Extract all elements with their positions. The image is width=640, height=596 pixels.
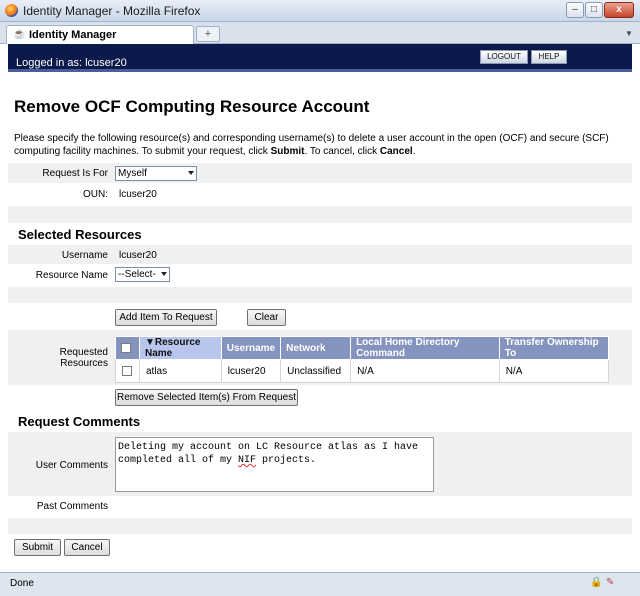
main-content: Remove OCF Computing Resource Account Pl… — [8, 75, 632, 572]
intro-text: Please specify the following resource(s)… — [14, 132, 620, 158]
minimize-button[interactable]: – — [566, 2, 584, 18]
page-title: Remove OCF Computing Resource Account — [14, 97, 370, 116]
request-for-value: Myself — [118, 168, 147, 179]
row-select-cell[interactable] — [115, 359, 140, 383]
intro-cancel: Cancel — [379, 146, 413, 157]
status-text: Done — [10, 578, 34, 589]
resource-name-value: --Select- — [118, 269, 156, 280]
new-tab-button[interactable]: + — [196, 26, 220, 42]
selected-resources-heading: Selected Resources — [18, 227, 142, 242]
firefox-icon — [5, 4, 18, 17]
submit-button[interactable]: Submit — [14, 539, 61, 556]
oun-value: lcuser20 — [119, 189, 157, 200]
java-icon: ☕ — [13, 29, 26, 40]
col-network[interactable]: Network — [280, 336, 352, 360]
table-row: atlas lcuser20 Unclassified N/A N/A — [115, 359, 610, 383]
past-comments-label: Past Comments — [36, 501, 108, 512]
intro-mid: . To cancel, click — [304, 146, 380, 157]
username-label: Username — [61, 250, 108, 261]
spacer-band — [8, 287, 632, 303]
chevron-down-icon — [188, 171, 194, 175]
logout-button[interactable]: LOGOUT — [480, 50, 528, 64]
cell-network: Unclassified — [280, 359, 352, 383]
requested-resources-table: ▼Resource Name Username Network Local Ho… — [115, 336, 610, 383]
window-titlebar: Identity Manager - Mozilla Firefox – □ x — [0, 0, 640, 22]
spacer-band — [8, 518, 632, 534]
select-all-header[interactable] — [115, 336, 140, 360]
spacer-band — [8, 206, 632, 223]
window-title: Identity Manager - Mozilla Firefox — [23, 4, 201, 18]
tab-label: Identity Manager — [29, 29, 117, 41]
add-item-button[interactable]: Add Item To Request — [115, 309, 217, 326]
remove-selected-button[interactable]: Remove Selected Item(s) From Request — [115, 389, 298, 406]
clear-button[interactable]: Clear — [247, 309, 286, 326]
table-header-row: ▼Resource Name Username Network Local Ho… — [115, 336, 610, 360]
tab-strip: ☕ Identity Manager + ▼ — [0, 22, 640, 44]
close-button[interactable]: x — [604, 2, 634, 18]
col-home-dir-command[interactable]: Local Home Directory Command — [350, 336, 500, 360]
intro-submit: Submit — [270, 146, 305, 157]
row-checkbox[interactable] — [122, 365, 132, 376]
col-transfer-ownership[interactable]: Transfer Ownership To — [498, 336, 610, 360]
user-comment-misspelled-word: NIF — [238, 455, 257, 466]
user-comments-textarea[interactable]: Deleting my account on LC Resource atlas… — [115, 437, 434, 492]
cell-transfer-ownership: N/A — [498, 359, 610, 383]
help-button[interactable]: HELP — [531, 50, 567, 64]
app-header: Logged in as: lcuser20 LOGOUT HELP — [8, 44, 632, 72]
resource-name-select[interactable]: --Select- — [115, 267, 170, 282]
logged-in-text: Logged in as: lcuser20 — [16, 57, 127, 69]
tab-identity-manager[interactable]: ☕ Identity Manager — [6, 25, 194, 44]
username-value: lcuser20 — [119, 250, 157, 261]
cell-username: lcuser20 — [220, 359, 282, 383]
status-bar: Done 🔒 ✎ — [0, 572, 640, 596]
maximize-button[interactable]: □ — [585, 2, 603, 18]
chevron-down-icon — [161, 272, 167, 276]
lock-icon: 🔒 — [590, 577, 603, 588]
intro-end: . — [412, 146, 416, 157]
addon-icon[interactable]: ✎ — [606, 577, 614, 588]
request-for-label: Request Is For — [42, 168, 108, 179]
user-comment-text-post: projects. — [256, 455, 317, 466]
tab-list-chevron-icon[interactable]: ▼ — [622, 26, 636, 42]
requested-resources-label: Requested Resources — [59, 347, 108, 369]
cell-home-dir-command: N/A — [350, 359, 500, 383]
select-all-checkbox[interactable] — [121, 342, 131, 353]
sort-desc-icon: ▼ — [144, 337, 155, 348]
user-comments-label: User Comments — [35, 460, 108, 471]
cancel-button[interactable]: Cancel — [64, 539, 110, 556]
col-resource-name[interactable]: ▼Resource Name — [138, 336, 222, 360]
col-username[interactable]: Username — [220, 336, 282, 360]
resource-name-label: Resource Name — [35, 270, 108, 281]
cell-resource-name: atlas — [138, 359, 222, 383]
oun-label: OUN: — [83, 189, 108, 200]
request-comments-heading: Request Comments — [18, 414, 141, 429]
request-for-select[interactable]: Myself — [115, 166, 197, 181]
